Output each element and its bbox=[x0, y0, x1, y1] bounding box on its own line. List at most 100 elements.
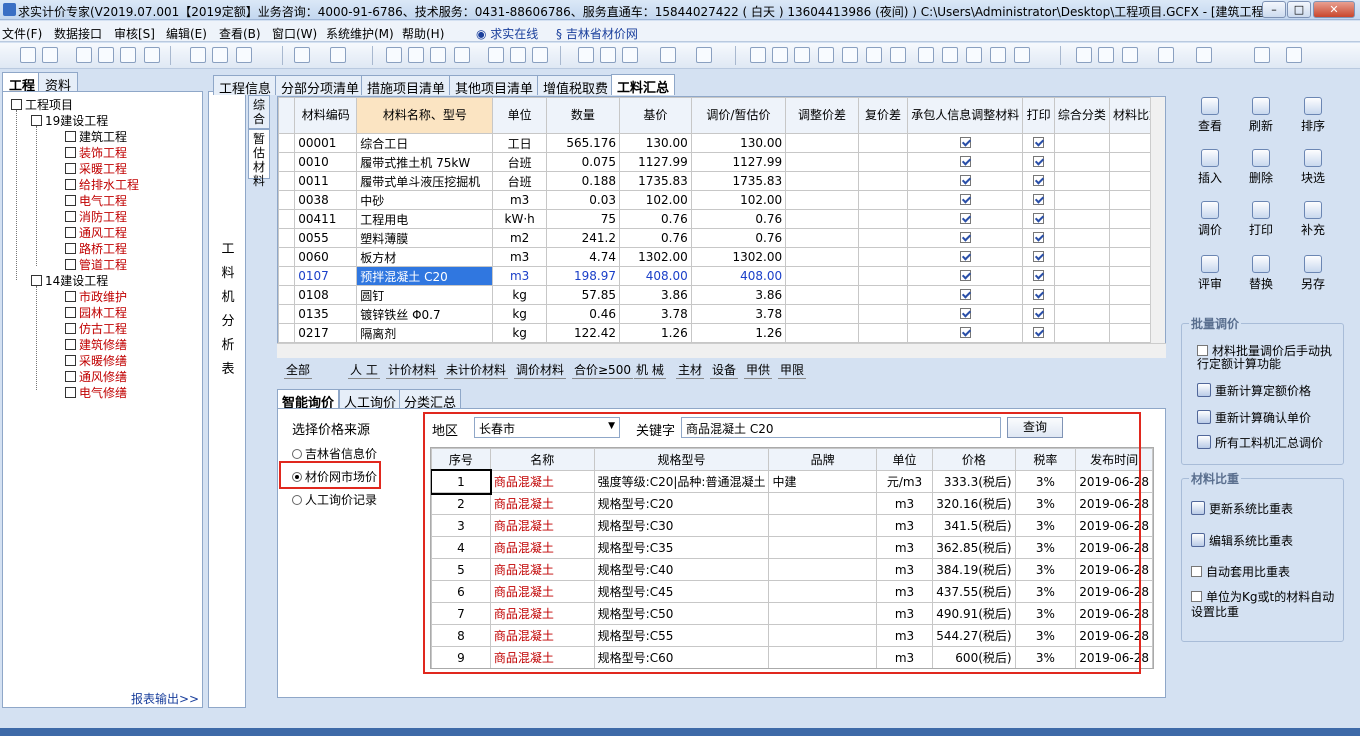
table-cell[interactable]: kW·h bbox=[492, 209, 547, 229]
tree-item[interactable]: 给排水工程 bbox=[65, 176, 139, 193]
filter-main-material[interactable]: 主材 bbox=[676, 361, 705, 379]
checkbox-checked-icon[interactable] bbox=[1033, 137, 1045, 148]
table-cell[interactable]: 0.46 bbox=[545, 304, 621, 324]
table-cell[interactable] bbox=[785, 285, 859, 305]
table-cell[interactable]: 198.97 bbox=[545, 266, 621, 286]
table-cell[interactable] bbox=[1053, 323, 1110, 343]
table-row[interactable]: 0038 中砂 m3 0.03 102.00 102.00 bbox=[278, 190, 1165, 210]
source-option-manual-record[interactable]: 人工询价记录 bbox=[292, 491, 377, 508]
report-output-link[interactable]: 报表输出>> bbox=[131, 690, 199, 707]
table-cell[interactable] bbox=[1022, 133, 1055, 153]
column-header[interactable]: 复价差 bbox=[857, 97, 909, 134]
paste-icon[interactable] bbox=[510, 47, 526, 63]
table-cell[interactable] bbox=[1022, 171, 1055, 191]
menu-help[interactable]: 帮助(H) bbox=[402, 25, 444, 42]
table-cell[interactable] bbox=[857, 323, 909, 343]
table-cell[interactable] bbox=[907, 323, 1024, 343]
checkbox-checked-icon[interactable] bbox=[959, 194, 971, 205]
table-cell[interactable]: 综合工日 bbox=[356, 133, 494, 153]
table-cell[interactable]: 130.00 bbox=[619, 133, 692, 153]
view-button[interactable]: 查看 bbox=[1187, 97, 1233, 134]
grid-icon[interactable] bbox=[212, 47, 228, 63]
table-cell[interactable] bbox=[785, 228, 859, 248]
calc-sum-icon[interactable] bbox=[818, 47, 834, 63]
table-cell[interactable]: 1735.83 bbox=[690, 171, 787, 191]
save-icon[interactable] bbox=[98, 47, 114, 63]
tab-other[interactable]: 其他项目清单 bbox=[449, 75, 540, 97]
table-row[interactable]: 0010 履带式推土机 75kW 台班 0.075 1127.99 1127.99 bbox=[278, 152, 1165, 172]
table-cell[interactable]: 圆钉 bbox=[356, 285, 494, 305]
table-cell[interactable]: 0135 bbox=[294, 304, 358, 324]
table-cell[interactable] bbox=[1053, 209, 1110, 229]
export-icon[interactable] bbox=[120, 47, 136, 63]
checkbox-checked-icon[interactable] bbox=[1033, 175, 1045, 186]
maximize-button[interactable]: □ bbox=[1287, 1, 1311, 18]
tree-root[interactable]: 工程项目 bbox=[11, 96, 73, 113]
calc-price-icon[interactable] bbox=[890, 47, 906, 63]
batch-manual-calc-check[interactable]: 材料批量调价后手动执行定额计算功能 bbox=[1197, 345, 1342, 371]
tree-item[interactable]: 通风修缮 bbox=[65, 368, 127, 385]
filter-owner-limited[interactable]: 甲限 bbox=[778, 361, 807, 379]
table-cell[interactable]: 4.74 bbox=[545, 247, 621, 267]
adjust-icon[interactable] bbox=[966, 47, 982, 63]
table-cell[interactable]: 塑料薄膜 bbox=[356, 228, 494, 248]
tree-item[interactable]: 装饰工程 bbox=[65, 144, 127, 161]
user-icon[interactable] bbox=[1286, 47, 1302, 63]
tree-group-14[interactable]: 14建设工程 bbox=[31, 272, 108, 289]
table-cell[interactable] bbox=[907, 152, 1024, 172]
table-cell[interactable]: 1735.83 bbox=[619, 171, 692, 191]
table-cell[interactable] bbox=[1053, 247, 1110, 267]
table-cell[interactable]: 0038 bbox=[294, 190, 358, 210]
column-header[interactable]: 承包人信息调整材料 bbox=[907, 97, 1024, 134]
refresh-button[interactable]: 刷新 bbox=[1238, 97, 1284, 134]
checkbox-checked-icon[interactable] bbox=[959, 251, 971, 262]
table-cell[interactable]: 1302.00 bbox=[619, 247, 692, 267]
table-cell[interactable]: kg bbox=[492, 285, 547, 305]
table-cell[interactable]: 0.03 bbox=[545, 190, 621, 210]
undo-icon[interactable] bbox=[294, 47, 310, 63]
tree-item[interactable]: 采暖工程 bbox=[65, 160, 127, 177]
table-cell[interactable]: 122.42 bbox=[545, 323, 621, 343]
table-row[interactable]: 00411 工程用电 kW·h 75 0.76 0.76 bbox=[278, 209, 1165, 229]
checkbox-checked-icon[interactable] bbox=[959, 327, 971, 338]
table-cell[interactable] bbox=[785, 133, 859, 153]
table-cell[interactable]: 0.188 bbox=[545, 171, 621, 191]
checkbox-checked-icon[interactable] bbox=[1033, 327, 1045, 338]
save-as-button[interactable]: 另存 bbox=[1290, 255, 1336, 292]
checkbox-checked-icon[interactable] bbox=[959, 137, 971, 148]
tree-item[interactable]: 建筑修缮 bbox=[65, 336, 127, 353]
tree-icon[interactable] bbox=[600, 47, 616, 63]
table-cell[interactable]: m3 bbox=[492, 266, 547, 286]
column-header[interactable]: 调价/暂估价 bbox=[690, 97, 787, 134]
column-header[interactable]: 材料编码 bbox=[294, 97, 358, 134]
column-header[interactable]: 综合分类 bbox=[1053, 97, 1110, 134]
tab-measures[interactable]: 措施项目清单 bbox=[361, 75, 452, 97]
checkbox-checked-icon[interactable] bbox=[959, 308, 971, 319]
insert-button[interactable]: 插入 bbox=[1187, 149, 1233, 186]
checkbox-checked-icon[interactable] bbox=[1033, 194, 1045, 205]
menu-view[interactable]: 查看(B) bbox=[219, 25, 261, 42]
table-cell[interactable]: 0010 bbox=[294, 152, 358, 172]
tree-item[interactable]: 采暖修缮 bbox=[65, 352, 127, 369]
checkbox-checked-icon[interactable] bbox=[1033, 156, 1045, 167]
menu-system[interactable]: 系统维护(M) bbox=[326, 25, 394, 42]
tab-manual-inquiry[interactable]: 人工询价 bbox=[339, 389, 402, 411]
column-header[interactable]: 基价 bbox=[619, 97, 692, 134]
table-cell[interactable]: m3 bbox=[492, 247, 547, 267]
table-row[interactable]: 0217 隔离剂 kg 122.42 1.26 1.26 bbox=[278, 323, 1165, 343]
table-cell[interactable]: 241.2 bbox=[545, 228, 621, 248]
table-cell[interactable] bbox=[785, 266, 859, 286]
table-cell[interactable] bbox=[785, 209, 859, 229]
table-cell[interactable] bbox=[1053, 228, 1110, 248]
table-cell[interactable] bbox=[278, 323, 296, 343]
filter-over-500[interactable]: 合价≥500 bbox=[572, 361, 633, 379]
table-cell[interactable] bbox=[278, 133, 296, 153]
tree-item[interactable]: 消防工程 bbox=[65, 208, 127, 225]
item-icon[interactable] bbox=[918, 47, 934, 63]
table-cell[interactable] bbox=[857, 133, 909, 153]
review-button[interactable]: 评审 bbox=[1187, 255, 1233, 292]
table-cell[interactable]: 3.78 bbox=[619, 304, 692, 324]
calculator-icon[interactable] bbox=[408, 47, 424, 63]
checkbox-checked-icon[interactable] bbox=[1033, 232, 1045, 243]
menu-online[interactable]: ◉ 求实在线 bbox=[476, 25, 538, 42]
